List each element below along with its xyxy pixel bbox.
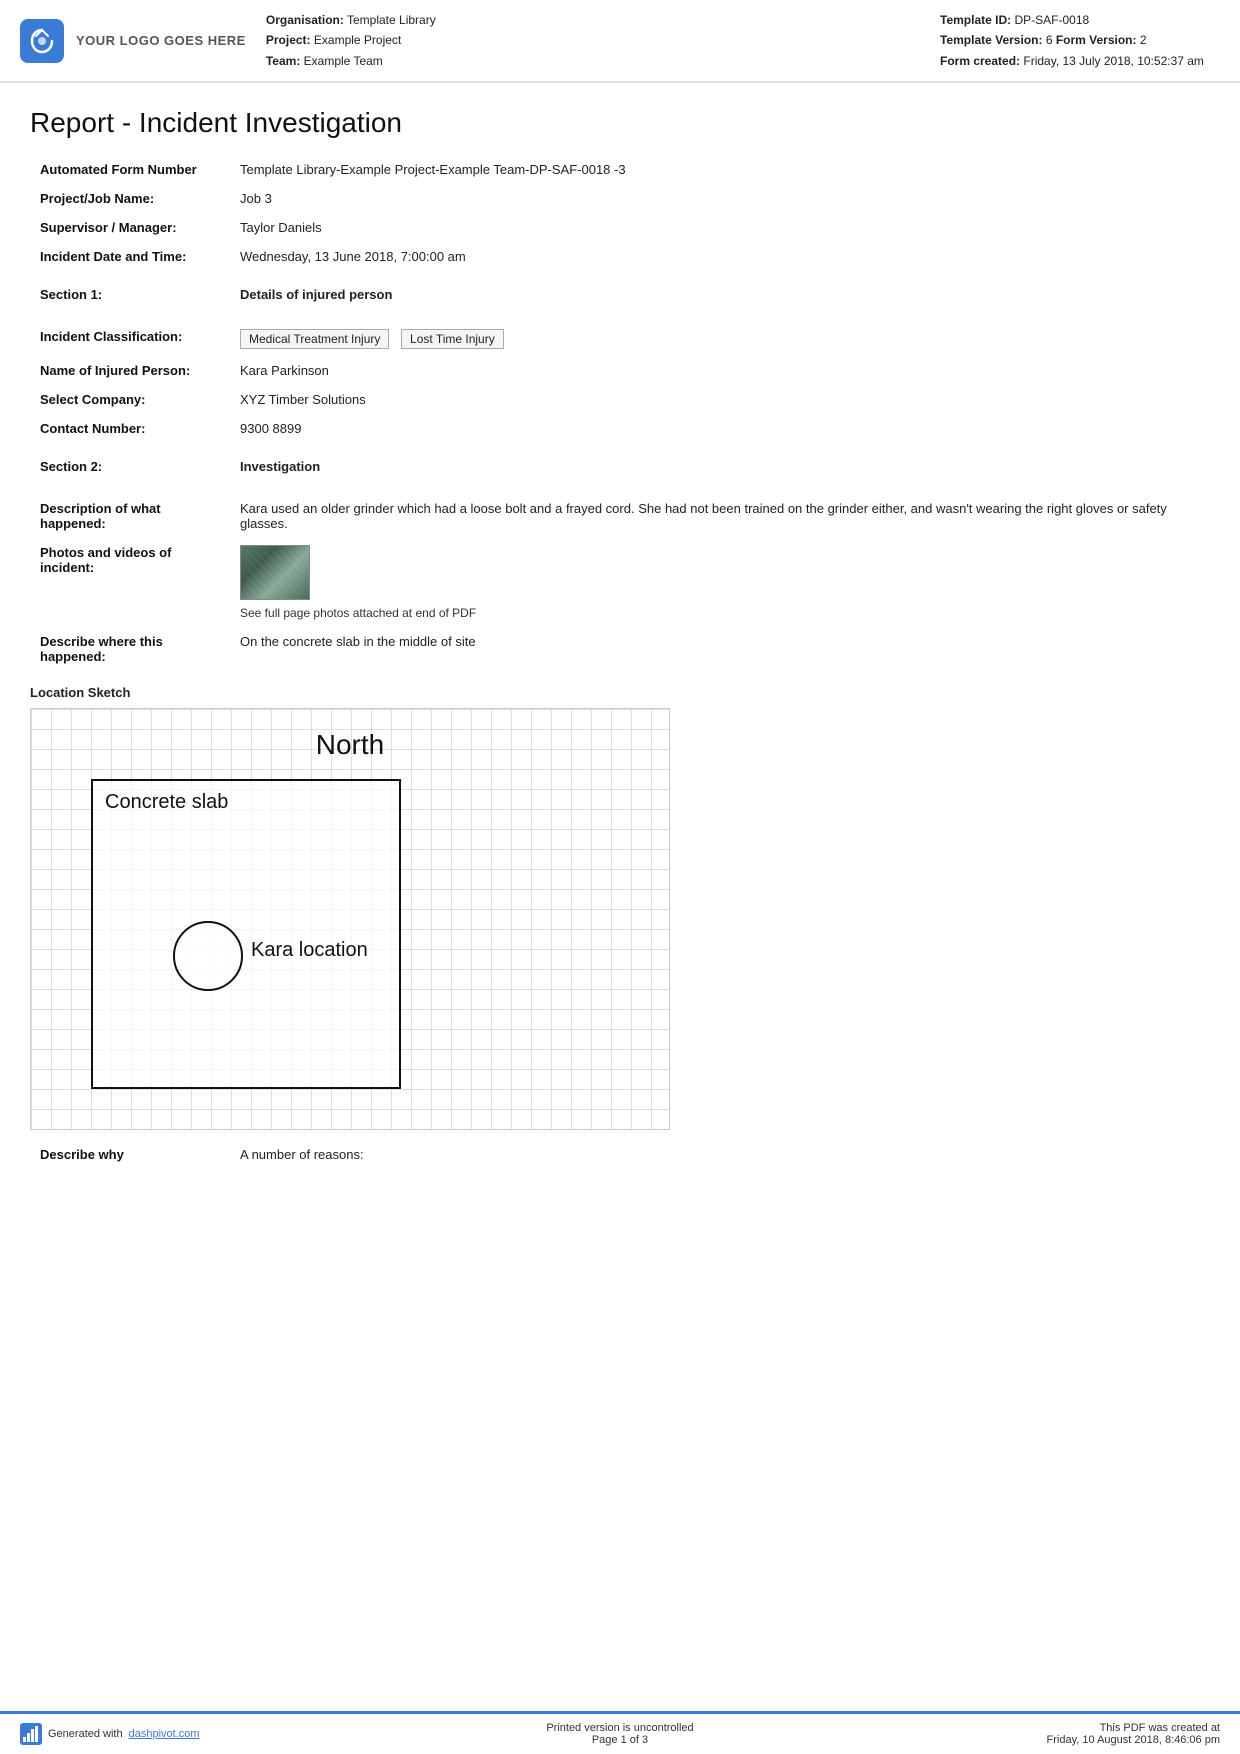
location-sketch-label: Location Sketch (30, 685, 1210, 700)
automated-form-number-label: Automated Form Number (30, 155, 230, 184)
describe-why-label: Describe why (30, 1140, 230, 1169)
org-label: Organisation: (266, 13, 344, 27)
project-job-name-value: Job 3 (230, 184, 1210, 213)
page-of: of (630, 1734, 639, 1746)
template-id-value: DP-SAF-0018 (1014, 13, 1089, 27)
brand-link[interactable]: dashpivot.com (129, 1728, 200, 1740)
section2-label: Section 2: (30, 443, 230, 480)
describe-where-row: Describe where this happened: On the con… (30, 627, 1210, 671)
sketch-container: North Concrete slab Kara location (30, 708, 670, 1130)
classification-item-2: Lost Time Injury (401, 329, 504, 349)
page-header: YOUR LOGO GOES HERE Organisation: Templa… (0, 0, 1240, 83)
generated-text: Generated with (48, 1728, 123, 1740)
describe-where-label: Describe where this happened: (30, 627, 230, 671)
select-company-row: Select Company: XYZ Timber Solutions (30, 385, 1210, 414)
section1-label: Section 1: (30, 271, 230, 308)
incident-date-value: Wednesday, 13 June 2018, 7:00:00 am (230, 242, 1210, 271)
created-label: This PDF was created at (820, 1722, 1220, 1734)
logo-text: YOUR LOGO GOES HERE (76, 33, 246, 48)
team-value: Example Team (304, 54, 383, 68)
template-id-label: Template ID: (940, 13, 1011, 27)
header-meta: Organisation: Template Library Project: … (266, 10, 920, 71)
photos-label: Photos and videos of incident: (30, 538, 230, 627)
template-version-line: Template Version: 6 Form Version: 2 (940, 30, 1220, 50)
page-current: 1 (621, 1734, 627, 1746)
description-value: Kara used an older grinder which had a l… (230, 494, 1210, 538)
incident-classification-row: Incident Classification: Medical Treatme… (30, 322, 1210, 356)
footer-right: This PDF was created at Friday, 10 Augus… (820, 1722, 1220, 1746)
logo-icon (20, 19, 64, 63)
project-job-name-row: Project/Job Name: Job 3 (30, 184, 1210, 213)
sketch-content: North Concrete slab Kara location (31, 709, 669, 1129)
supervisor-row: Supervisor / Manager: Taylor Daniels (30, 213, 1210, 242)
select-company-label: Select Company: (30, 385, 230, 414)
description-row: Description of what happened: Kara used … (30, 494, 1210, 538)
page-label: Page (592, 1734, 618, 1746)
team-label: Team: (266, 54, 300, 68)
classification-item-1: Medical Treatment Injury (240, 329, 389, 349)
form-created-value: Friday, 13 July 2018, 10:52:37 am (1023, 54, 1204, 68)
describe-why-value: A number of reasons: (230, 1140, 1210, 1169)
name-injured-value: Kara Parkinson (230, 356, 1210, 385)
automated-form-number-value: Template Library-Example Project-Example… (230, 155, 1210, 184)
contact-number-value: 9300 8899 (230, 414, 1210, 443)
section2-value: Investigation (230, 443, 1210, 480)
template-id-line: Template ID: DP-SAF-0018 (940, 10, 1220, 30)
kara-circle (173, 921, 243, 991)
project-value: Example Project (314, 33, 401, 47)
main-content: Report - Incident Investigation Automate… (0, 83, 1240, 1249)
team-line: Team: Example Team (266, 51, 920, 71)
logo-area: YOUR LOGO GOES HERE (20, 10, 246, 71)
org-line: Organisation: Template Library (266, 10, 920, 30)
incident-classification-values: Medical Treatment Injury Lost Time Injur… (230, 322, 1210, 356)
section2-row: Section 2: Investigation (30, 443, 1210, 480)
form-table: Automated Form Number Template Library-E… (30, 155, 1210, 671)
footer-center: Printed version is uncontrolled Page 1 o… (420, 1722, 820, 1746)
footer-left: Generated with dashpivot.com (20, 1723, 420, 1745)
description-label: Description of what happened: (30, 494, 230, 538)
section1-row: Section 1: Details of injured person (30, 271, 1210, 308)
name-injured-row: Name of Injured Person: Kara Parkinson (30, 356, 1210, 385)
contact-number-label: Contact Number: (30, 414, 230, 443)
supervisor-value: Taylor Daniels (230, 213, 1210, 242)
name-injured-label: Name of Injured Person: (30, 356, 230, 385)
header-right: Template ID: DP-SAF-0018 Template Versio… (940, 10, 1220, 71)
incident-date-label: Incident Date and Time: (30, 242, 230, 271)
automated-form-number-row: Automated Form Number Template Library-E… (30, 155, 1210, 184)
page-info: Page 1 of 3 (420, 1734, 820, 1746)
photos-row: Photos and videos of incident: See full … (30, 538, 1210, 627)
sketch-north-label: North (31, 729, 669, 761)
concrete-slab-label: Concrete slab (105, 791, 228, 814)
org-value: Template Library (347, 13, 436, 27)
contact-number-row: Contact Number: 9300 8899 (30, 414, 1210, 443)
incident-date-row: Incident Date and Time: Wednesday, 13 Ju… (30, 242, 1210, 271)
incident-classification-label: Incident Classification: (30, 322, 230, 356)
photo-thumbnail (240, 545, 310, 600)
created-value: Friday, 10 August 2018, 8:46:06 pm (820, 1734, 1220, 1746)
form-created-label: Form created: (940, 54, 1020, 68)
photo-caption: See full page photos attached at end of … (240, 606, 1200, 620)
page-total: 3 (642, 1734, 648, 1746)
project-line: Project: Example Project (266, 30, 920, 50)
form-created-line: Form created: Friday, 13 July 2018, 10:5… (940, 51, 1220, 71)
supervisor-label: Supervisor / Manager: (30, 213, 230, 242)
report-title: Report - Incident Investigation (30, 107, 1210, 139)
describe-why-table: Describe why A number of reasons: (30, 1140, 1210, 1169)
section1-value: Details of injured person (230, 271, 1210, 308)
page-footer: Generated with dashpivot.com Printed ver… (0, 1711, 1240, 1754)
brand-icon (20, 1723, 42, 1745)
concrete-slab-box: Concrete slab Kara location (91, 779, 401, 1089)
describe-where-value: On the concrete slab in the middle of si… (230, 627, 1210, 671)
kara-location-label: Kara location (251, 939, 368, 962)
photos-content: See full page photos attached at end of … (230, 538, 1210, 627)
print-notice: Printed version is uncontrolled (420, 1722, 820, 1734)
project-job-name-label: Project/Job Name: (30, 184, 230, 213)
describe-why-section: Describe why A number of reasons: (30, 1140, 1210, 1169)
describe-why-row: Describe why A number of reasons: (30, 1140, 1210, 1169)
project-label: Project: (266, 33, 311, 47)
select-company-value: XYZ Timber Solutions (230, 385, 1210, 414)
